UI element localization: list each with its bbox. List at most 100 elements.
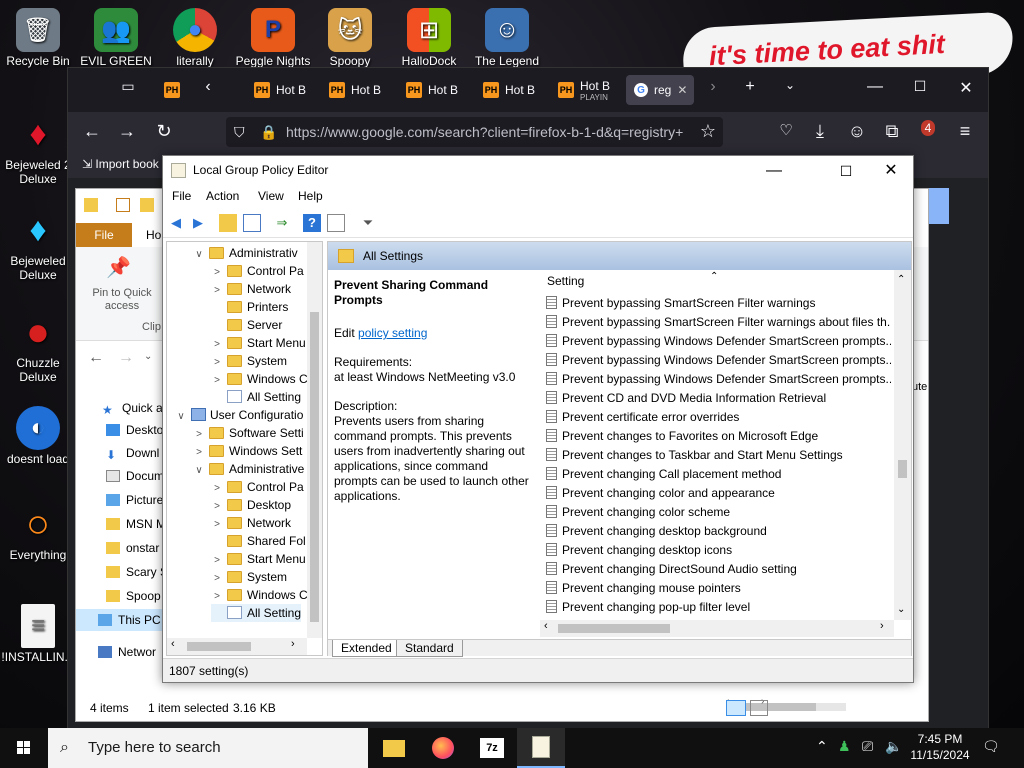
tree-node[interactable]: Shared Fol xyxy=(211,532,306,550)
tree-node[interactable]: > Start Menu xyxy=(211,334,306,352)
settings-vscroll-thumb[interactable] xyxy=(898,460,907,478)
nav-this-pc[interactable]: This PC xyxy=(76,609,164,631)
extensions-icon[interactable]: ⧉ xyxy=(880,121,904,142)
setting-row[interactable]: Prevent changing pop-up filter level xyxy=(546,598,891,617)
firefox-tab-1[interactable]: PH Hot B xyxy=(246,75,306,105)
tree-node[interactable]: > Control Pa xyxy=(211,478,304,496)
edit-policy-link[interactable]: policy setting xyxy=(358,326,427,340)
setting-row[interactable]: Prevent changing desktop icons xyxy=(546,541,891,560)
forward-icon[interactable]: → xyxy=(115,121,139,142)
close-tab-icon[interactable]: ✕ xyxy=(677,83,687,97)
url-bar[interactable]: ⛉ 🔒 https://www.google.com/search?client… xyxy=(226,117,723,147)
tree-node[interactable]: ∨ User Configuratio xyxy=(175,406,303,424)
tree-horizontal-scrollbar[interactable]: ‹ › xyxy=(167,638,307,655)
tree-node[interactable]: > Network xyxy=(211,280,291,298)
tree-vscroll-thumb[interactable] xyxy=(310,312,319,622)
collapse-icon[interactable]: ∨ xyxy=(193,462,205,480)
gpe-close-icon[interactable]: ✕ xyxy=(868,160,914,182)
menu-file[interactable]: File xyxy=(172,189,191,203)
pin-icon[interactable]: 📌 xyxy=(106,255,131,280)
desktop-icon-hallodock[interactable]: ⊞ HalloDock xyxy=(391,8,467,68)
setting-row[interactable]: Prevent changes to Taskbar and Start Men… xyxy=(546,446,891,465)
properties-icon[interactable] xyxy=(327,214,345,232)
tree-scroll-right-icon[interactable]: › xyxy=(291,638,295,650)
tab-extended[interactable]: Extended xyxy=(332,640,401,657)
tree-scroll-left-icon[interactable]: ‹ xyxy=(171,638,175,650)
taskbar-file-explorer[interactable] xyxy=(370,728,418,768)
desktop-icon-the-legend[interactable]: ☺ The Legend xyxy=(469,8,545,68)
tree-node[interactable]: > System xyxy=(211,352,287,370)
scroll-down-icon[interactable]: ⌄ xyxy=(897,604,905,615)
close-icon[interactable]: ✕ xyxy=(954,78,978,98)
list-tabs-icon[interactable]: ⌄ xyxy=(778,78,802,92)
home-tab[interactable]: Ho xyxy=(146,228,161,242)
back-icon[interactable]: ← xyxy=(80,121,104,142)
taskbar-firefox[interactable] xyxy=(419,728,467,768)
taskbar-search-box[interactable]: ⌕ Type here to search xyxy=(48,728,368,768)
menu-help[interactable]: Help xyxy=(298,189,323,203)
setting-row[interactable]: Prevent changing color and appearance xyxy=(546,484,891,503)
menu-icon[interactable]: ≡ xyxy=(953,121,977,142)
settings-horizontal-scrollbar[interactable]: ‹ › xyxy=(540,620,894,637)
setting-row[interactable]: Prevent changing desktop background xyxy=(546,522,891,541)
settings-scroll-left-icon[interactable]: ‹ xyxy=(544,620,548,632)
desktop-icon-bejeweled[interactable]: ♦ Bejeweled Deluxe xyxy=(0,208,76,283)
firefox-tab-3[interactable]: PH Hot B xyxy=(398,75,458,105)
setting-row[interactable]: Prevent CD and DVD Media Information Ret… xyxy=(546,389,891,408)
collapse-icon[interactable]: ∨ xyxy=(193,246,205,264)
collapse-icon[interactable]: ∨ xyxy=(175,408,187,426)
tree-node[interactable]: > Start Menu xyxy=(211,550,306,568)
tree-node[interactable]: > System xyxy=(211,568,287,586)
desktop-icon-installing[interactable]: ≡ !INSTALLIN... xyxy=(0,604,76,664)
forward-arrow-icon[interactable]: ▶ xyxy=(189,214,207,232)
recent-locations-icon[interactable]: ⌄ xyxy=(144,351,152,362)
start-button[interactable] xyxy=(0,728,48,768)
minimize-icon[interactable]: — xyxy=(863,78,887,96)
gpe-minimize-icon[interactable]: — xyxy=(751,160,797,182)
firefox-tab-5[interactable]: PH Hot B PLAYIN xyxy=(550,75,610,105)
pin-to-quick-access[interactable]: Pin to Quick access xyxy=(82,287,162,313)
desktop-icon-recycle-bin[interactable]: 🗑 Recycle Bin xyxy=(0,8,76,68)
show-hidden-icons[interactable]: ⌃ xyxy=(816,738,828,755)
tree-node[interactable]: > Windows C xyxy=(211,586,308,604)
menu-view[interactable]: View xyxy=(258,189,284,203)
taskbar-group-policy[interactable] xyxy=(517,728,565,768)
setting-column-header[interactable]: Setting ⌃ xyxy=(540,270,890,292)
firefox-tab-0[interactable]: PH xyxy=(156,75,180,105)
tree-node[interactable]: ∨ Administrative xyxy=(193,460,304,478)
account-icon[interactable]: ☺ xyxy=(845,121,869,142)
bookmark-star-icon[interactable]: ☆ xyxy=(696,121,720,142)
new-folder-icon[interactable] xyxy=(140,198,154,212)
desktop-icon-thunderbird[interactable]: ◐ doesnt load xyxy=(0,406,76,466)
tree-node[interactable]: All Setting xyxy=(211,604,302,622)
desktop-icon-bejeweled-2[interactable]: ♦ Bejeweled 2 Deluxe xyxy=(0,112,76,187)
gpe-maximize-icon[interactable]: ☐ xyxy=(823,160,869,182)
back-arrow-icon[interactable]: ◀ xyxy=(167,214,185,232)
filter-icon[interactable]: ⏷ xyxy=(359,214,377,232)
downloads-icon[interactable]: ⤓ xyxy=(808,121,832,142)
properties-icon[interactable] xyxy=(116,198,130,212)
tree-node[interactable]: > Network xyxy=(211,514,291,532)
tree-node[interactable]: > Windows C xyxy=(211,370,308,388)
settings-hscroll-thumb[interactable] xyxy=(558,624,670,633)
tree-node[interactable]: Server xyxy=(211,316,282,334)
settings-vertical-scrollbar[interactable]: ⌃ ⌄ xyxy=(894,270,911,620)
firefox-tab-active[interactable]: G reg ✕ xyxy=(626,75,694,105)
tree-node[interactable]: > Windows Sett xyxy=(193,442,302,460)
help-icon[interactable]: ? xyxy=(303,214,321,232)
setting-row[interactable]: Prevent bypassing SmartScreen Filter war… xyxy=(546,294,891,313)
desktop-icon-everything[interactable]: ○ Everything xyxy=(0,502,76,563)
setting-row[interactable]: Prevent bypassing Windows Defender Smart… xyxy=(546,351,891,370)
up-one-level-icon[interactable] xyxy=(219,214,237,232)
tree-node[interactable]: All Setting xyxy=(211,388,301,406)
setting-row[interactable]: Prevent certificate error overrides xyxy=(546,408,891,427)
pocket-icon[interactable]: ♡ xyxy=(774,121,798,139)
tree-hscroll-thumb[interactable] xyxy=(187,642,251,651)
setting-row[interactable]: Prevent changing Call placement method xyxy=(546,465,891,484)
explorer-back-icon[interactable]: ← xyxy=(88,349,104,367)
setting-row[interactable]: Prevent bypassing SmartScreen Filter war… xyxy=(546,313,891,332)
system-clock[interactable]: 7:45 PM 11/15/2024 xyxy=(905,731,975,763)
reload-icon[interactable]: ↻ xyxy=(152,121,176,142)
tree-node[interactable]: > Desktop xyxy=(211,496,291,514)
taskbar-7zip[interactable]: 7z xyxy=(468,728,516,768)
